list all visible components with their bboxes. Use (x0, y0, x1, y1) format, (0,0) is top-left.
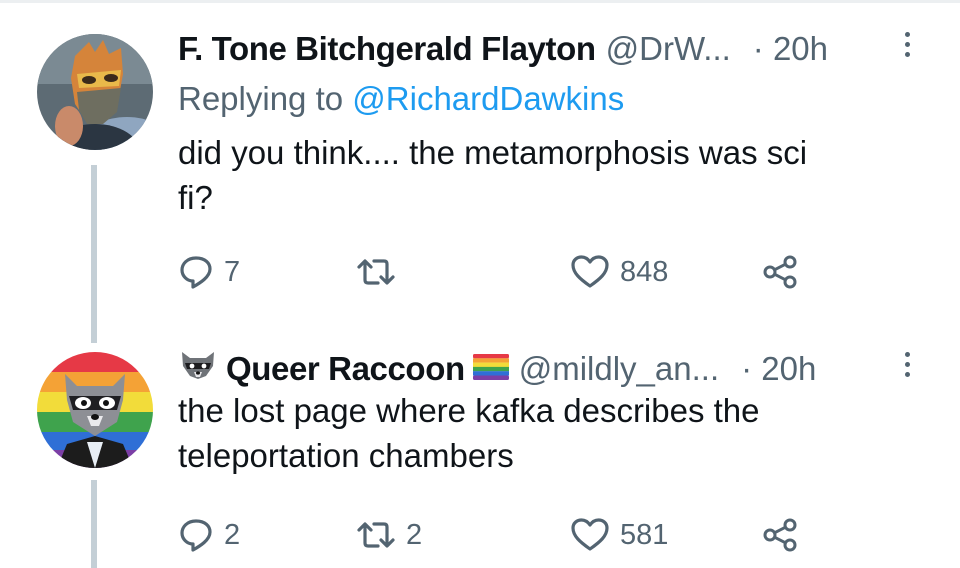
tweet-header: Queer Raccoon @mildly_an... · 20h (178, 344, 816, 394)
tweet-text-line: teleportation chambers (178, 437, 514, 474)
avatar[interactable] (37, 352, 153, 468)
tweet-text-line: did you think.... the metamorphosis was … (178, 134, 808, 171)
reply-button[interactable]: 7 (178, 254, 240, 290)
retweet-icon (357, 259, 395, 285)
rainbow-flag-emoji-icon (472, 350, 509, 388)
reply-icon (180, 256, 212, 289)
mention-link[interactable]: @RichardDawkins (352, 80, 624, 117)
heart-icon (571, 518, 609, 551)
avatar[interactable] (37, 34, 153, 150)
share-button[interactable] (761, 517, 801, 553)
replying-to: Replying to @RichardDawkins (178, 80, 624, 118)
share-icon (763, 518, 797, 552)
more-options-icon[interactable] (905, 352, 915, 382)
reply-count: 7 (224, 255, 241, 288)
author-handle[interactable]: @DrW... (606, 30, 731, 68)
more-options-icon[interactable] (905, 32, 915, 62)
tweet-actions: 7 848 (178, 254, 818, 294)
share-icon (763, 255, 797, 289)
tweet-actions: 2 2 581 (178, 517, 818, 557)
retweet-button[interactable] (356, 254, 406, 290)
retweet-icon (357, 522, 395, 548)
like-count: 581 (620, 518, 669, 551)
raccoon-rainbow-avatar-icon (37, 352, 153, 468)
author-handle[interactable]: @mildly_an... (519, 350, 719, 388)
tweet-1[interactable]: F. Tone Bitchgerald Flayton @DrW... · 20… (0, 0, 960, 343)
tweet-text-line: fi? (178, 179, 213, 216)
thread-line (91, 165, 97, 343)
tweet-text-line: the lost page where kafka describes the (178, 392, 760, 429)
raccoon-emoji-icon (178, 348, 218, 390)
timestamp[interactable]: · 20h (753, 30, 828, 68)
reply-button[interactable]: 2 (178, 517, 240, 553)
author-name[interactable]: Queer Raccoon (226, 350, 465, 388)
heart-icon (571, 255, 609, 288)
tweet-header: F. Tone Bitchgerald Flayton @DrW... · 20… (178, 24, 828, 74)
tweet-text: the lost page where kafka describes the … (178, 388, 918, 478)
reply-count: 2 (224, 518, 241, 551)
tweet-text: did you think.... the metamorphosis was … (178, 130, 918, 220)
masked-person-avatar-icon (37, 34, 153, 150)
timestamp[interactable]: · 20h (741, 350, 816, 388)
like-button[interactable]: 848 (570, 254, 668, 290)
share-button[interactable] (761, 254, 801, 290)
retweet-count: 2 (406, 518, 423, 551)
like-button[interactable]: 581 (570, 517, 668, 553)
like-count: 848 (620, 255, 669, 288)
retweet-button[interactable]: 2 (356, 517, 422, 553)
thread-line (91, 480, 97, 568)
replying-prefix: Replying to (178, 80, 344, 117)
tweet-2[interactable]: Queer Raccoon @mildly_an... · 20h the lo… (0, 330, 960, 568)
author-name[interactable]: F. Tone Bitchgerald Flayton (178, 30, 596, 68)
reply-icon (180, 519, 212, 552)
